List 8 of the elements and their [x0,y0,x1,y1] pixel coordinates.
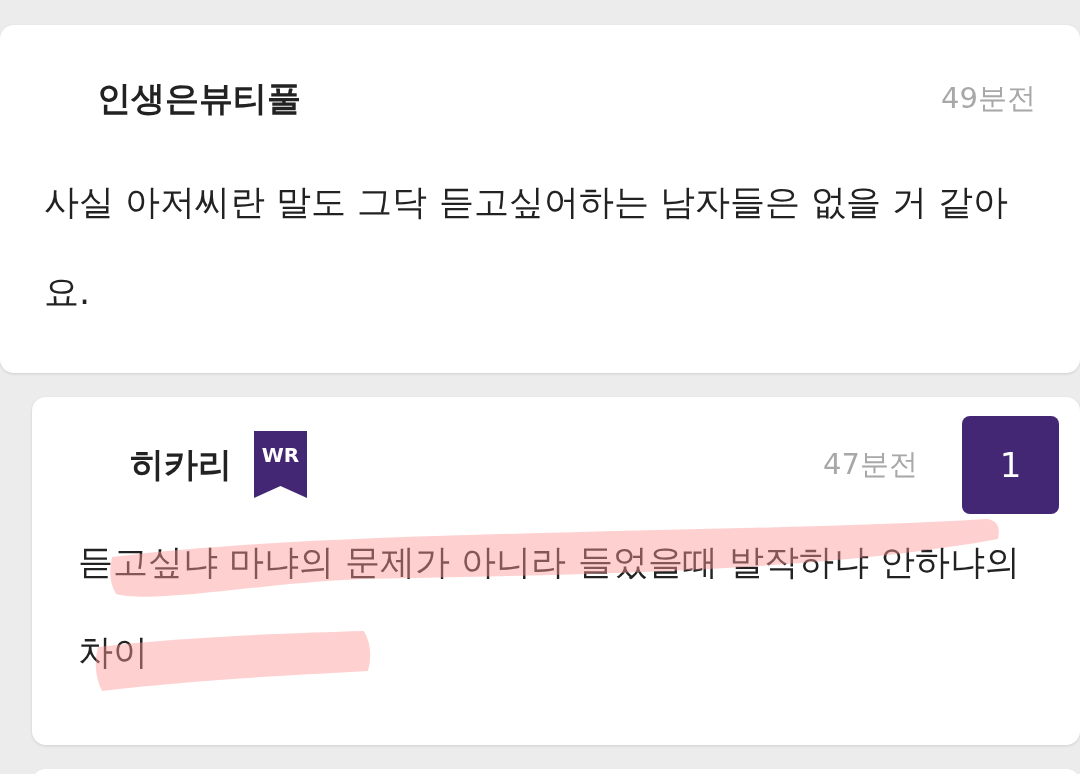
comment-time: 49분전 [941,80,1036,117]
comment-text: 듣고싶냐 마냐의 문제가 아니라 들었을때 발작하냐 안하냐의 차이 [78,517,1040,697]
comment-time: 47분전 [823,446,918,483]
author-name: 인생은뷰티풀 [97,77,301,120]
writer-badge: WR [254,431,307,498]
author-name: 히카리 [130,443,232,486]
comment-text: 사실 아저씨란 말도 그닥 듣고싶어하는 남자들은 없을 거 같아요. [44,181,1009,314]
reply-count[interactable]: 1 [962,416,1059,514]
